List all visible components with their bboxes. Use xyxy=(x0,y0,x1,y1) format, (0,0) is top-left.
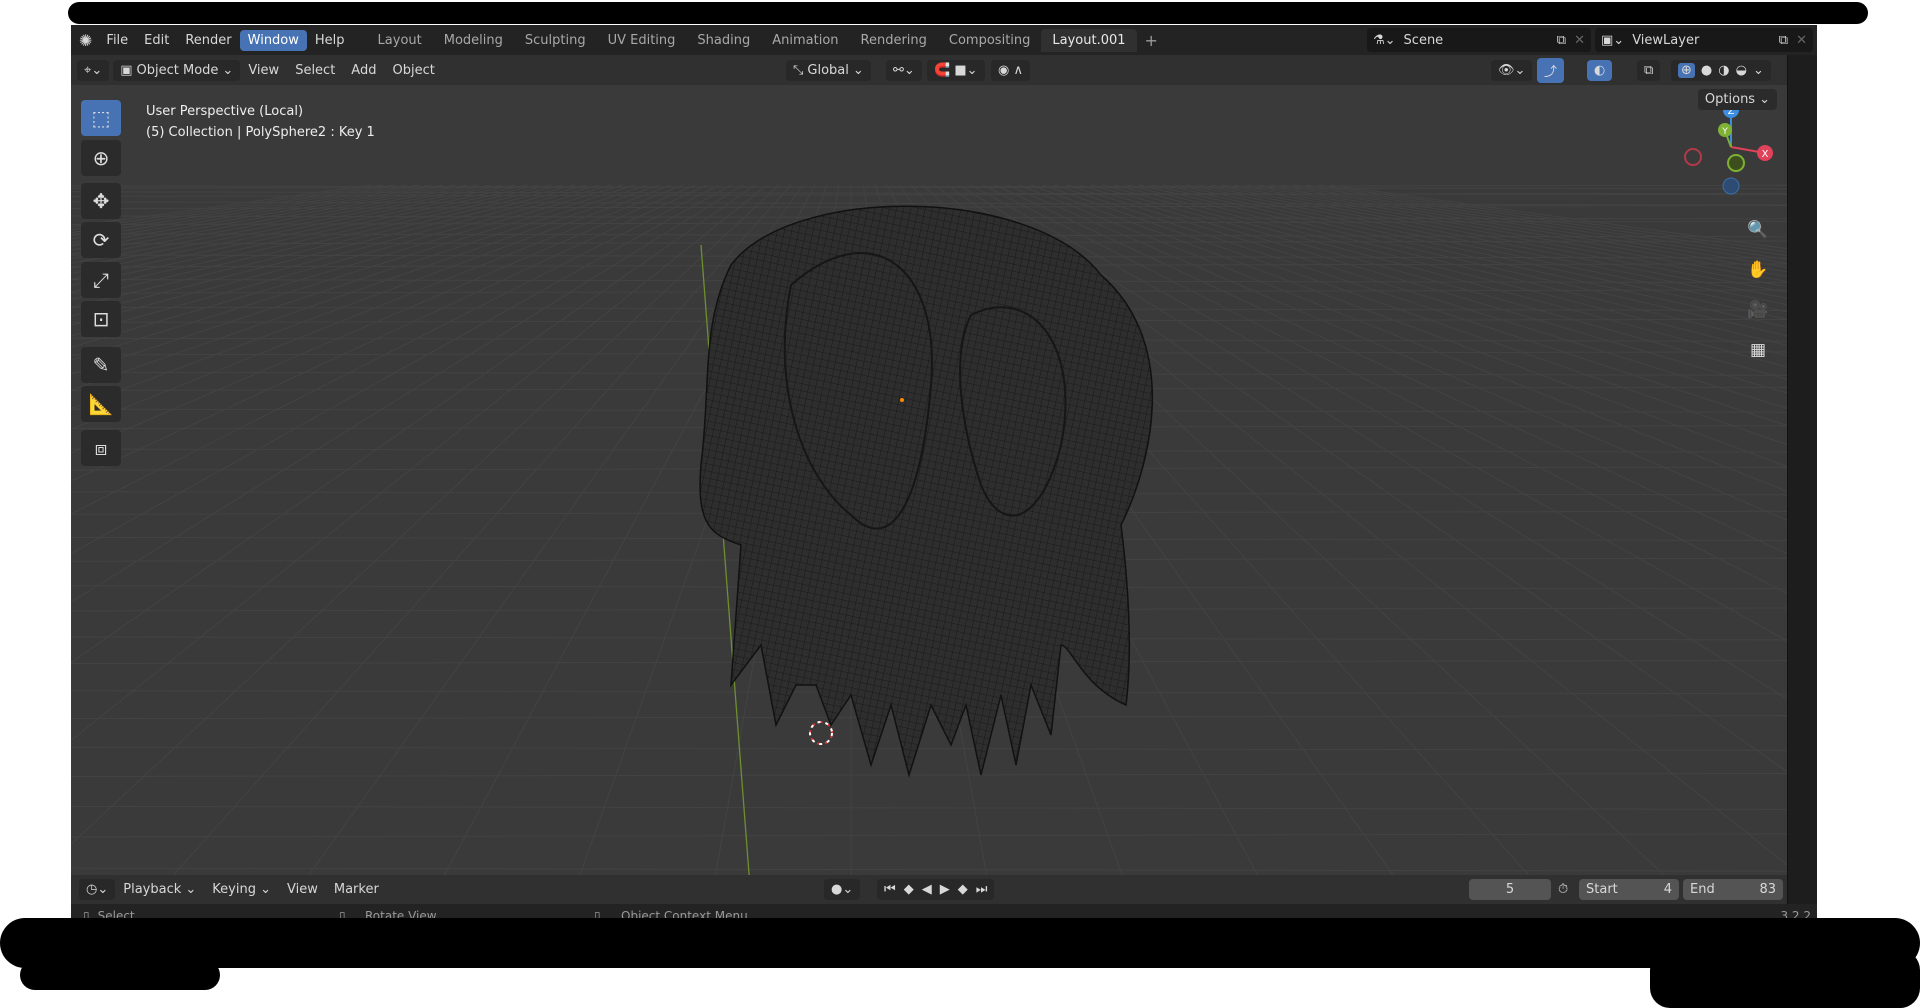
options-dropdown[interactable]: Options ⌄ xyxy=(1697,89,1777,110)
add-workspace-icon[interactable]: + xyxy=(1137,31,1166,50)
tab-modeling[interactable]: Modeling xyxy=(433,29,514,52)
annotate-tool[interactable]: ✎ xyxy=(81,347,121,383)
jump-end-icon: ⏭ xyxy=(975,882,988,897)
end-frame-field[interactable]: End 83 xyxy=(1683,879,1783,900)
view-layer-name[interactable]: ViewLayer xyxy=(1632,33,1771,48)
scene-icon: ⚗⌄ xyxy=(1373,32,1396,48)
polysphere-mesh xyxy=(699,205,1153,778)
visibility-dropdown[interactable]: 👁⌄ xyxy=(1491,59,1533,81)
snap-toggle[interactable]: 🧲 ■⌄ xyxy=(927,59,985,81)
menu-view[interactable]: View xyxy=(240,60,287,81)
rotate-tool[interactable]: ⟳ xyxy=(81,222,121,258)
menu-render[interactable]: Render xyxy=(177,30,239,51)
y-axis-label: Y xyxy=(1721,127,1728,137)
view-layer-selector[interactable]: ▣⌄ ViewLayer ⧉ ✕ xyxy=(1595,28,1813,52)
x-axis-label: X xyxy=(1762,149,1769,160)
camera-view-icon[interactable]: 🎥 xyxy=(1743,295,1773,325)
shading-modes[interactable]: ⊕ ● ◑ ◒ ⌄ xyxy=(1671,59,1771,81)
navigation-gizmo[interactable]: Z X Y xyxy=(1681,97,1781,197)
select-box-tool[interactable]: ⬚ xyxy=(81,100,121,136)
object-origin xyxy=(900,398,904,402)
properties-strip[interactable] xyxy=(1787,55,1817,905)
menu-help[interactable]: Help xyxy=(307,30,353,51)
transform-tool[interactable]: ⊡ xyxy=(81,301,121,337)
perspective-label: User Perspective (Local) xyxy=(146,104,304,119)
stopwatch-icon[interactable]: ⏱ xyxy=(1558,882,1568,897)
pan-hand-icon[interactable]: ✋ xyxy=(1743,255,1773,285)
playback-controls[interactable]: ⏮ ◆ ◀ ▶ ◆ ⏭ xyxy=(877,879,995,900)
wireframe-shading-icon[interactable]: ⊕ xyxy=(1678,62,1695,78)
xray-toggle[interactable]: ⧉ xyxy=(1637,59,1661,81)
ortho-toggle-icon[interactable]: ▦ xyxy=(1743,335,1773,365)
marker-menu[interactable]: Marker xyxy=(326,879,387,900)
overlay-toggle[interactable]: ◐ xyxy=(1587,59,1613,81)
proportional-edit[interactable]: ◉ ∧ xyxy=(991,59,1030,81)
collection-label: (5) Collection | PolySphere2 : Key 1 xyxy=(146,125,375,140)
keying-menu[interactable]: Keying ⌄ xyxy=(204,879,279,900)
close-icon[interactable]: ✕ xyxy=(1796,33,1807,48)
tab-layout[interactable]: Layout xyxy=(367,29,433,52)
blender-window: ✺ File Edit Render Window Help Layout Mo… xyxy=(71,25,1817,928)
record-button[interactable]: ●⌄ xyxy=(824,879,861,900)
3d-cursor-icon xyxy=(809,721,833,745)
zoom-icon[interactable]: 🔍 xyxy=(1743,215,1773,245)
close-icon[interactable]: ✕ xyxy=(1574,33,1585,48)
tab-uv-editing[interactable]: UV Editing xyxy=(597,29,687,52)
jump-start-icon: ⏮ xyxy=(884,882,896,897)
playback-menu[interactable]: Playback ⌄ xyxy=(115,879,204,900)
scene-selector[interactable]: ⚗⌄ Scene ⧉ ✕ xyxy=(1367,28,1591,52)
object-mode-icon: ▣ xyxy=(120,62,133,78)
menu-add[interactable]: Add xyxy=(343,60,384,81)
blender-logo-icon[interactable]: ✺ xyxy=(79,31,92,50)
orientation-icon: ⤡ xyxy=(793,62,804,78)
viewport-canvas xyxy=(71,184,1787,900)
solid-shading-icon[interactable]: ● xyxy=(1701,63,1712,78)
view-layer-icon: ▣⌄ xyxy=(1601,32,1625,48)
viewport-info: User Perspective (Local) (5) Collection … xyxy=(146,101,375,143)
move-tool[interactable]: ✥ xyxy=(81,183,121,219)
timeline-header: ◷⌄ Playback ⌄ Keying ⌄ View Marker ●⌄ ⏮ ◆… xyxy=(71,875,1787,904)
start-frame-field[interactable]: Start 4 xyxy=(1579,879,1679,900)
add-cube-tool[interactable]: ⧈ xyxy=(81,430,121,466)
menu-object[interactable]: Object xyxy=(384,60,442,81)
orientation-dropdown[interactable]: ⤡ Global ⌄ xyxy=(786,59,871,81)
top-bar: ✺ File Edit Render Window Help Layout Mo… xyxy=(71,25,1817,55)
tab-compositing[interactable]: Compositing xyxy=(938,29,1042,52)
play-reverse-icon: ◀ xyxy=(921,882,932,897)
next-keyframe-icon: ◆ xyxy=(957,882,968,897)
play-icon: ▶ xyxy=(939,882,950,897)
editor-type-button[interactable]: ⌖⌄ xyxy=(77,59,110,81)
tab-animation[interactable]: Animation xyxy=(761,29,849,52)
prev-keyframe-icon: ◆ xyxy=(903,882,914,897)
menu-edit[interactable]: Edit xyxy=(136,30,177,51)
redaction-bottom xyxy=(0,918,1920,968)
measure-tool[interactable]: 📐 xyxy=(81,386,121,422)
menu-file[interactable]: File xyxy=(98,30,136,51)
tab-layout-001[interactable]: Layout.001 xyxy=(1041,28,1137,52)
copy-icon[interactable]: ⧉ xyxy=(1779,33,1788,48)
redaction-bottom-left xyxy=(20,960,220,990)
tab-rendering[interactable]: Rendering xyxy=(850,29,938,52)
scale-tool[interactable]: ⤢ xyxy=(81,262,121,298)
cursor-tool[interactable]: ⊕ xyxy=(81,140,121,176)
redaction-bottom-right xyxy=(1650,950,1920,1008)
tab-shading[interactable]: Shading xyxy=(686,29,761,52)
redaction-top xyxy=(68,2,1868,24)
scene-name[interactable]: Scene xyxy=(1404,33,1549,48)
menu-window[interactable]: Window xyxy=(239,29,307,51)
copy-icon[interactable]: ⧉ xyxy=(1557,33,1566,48)
pivot-dropdown[interactable]: ⚯⌄ xyxy=(886,59,922,81)
rendered-shading-icon[interactable]: ◒ xyxy=(1736,63,1747,78)
mode-dropdown[interactable]: ▣ Object Mode ⌄ xyxy=(113,59,241,81)
viewport-header: ⌖⌄ ▣ Object Mode ⌄ View Select Add Object … xyxy=(71,55,1787,85)
timeline-editor-icon[interactable]: ◷⌄ xyxy=(79,879,116,900)
chevron-down-icon: ⌄ xyxy=(222,62,234,78)
tab-sculpting[interactable]: Sculpting xyxy=(514,29,597,52)
gizmo-toggle[interactable]: ⤴ xyxy=(1537,57,1565,83)
current-frame-field[interactable]: 5 xyxy=(1469,879,1551,900)
material-shading-icon[interactable]: ◑ xyxy=(1718,63,1729,78)
3d-viewport[interactable]: User Perspective (Local) (5) Collection … xyxy=(71,85,1787,900)
timeline-view-menu[interactable]: View xyxy=(279,879,326,900)
menu-select[interactable]: Select xyxy=(287,60,343,81)
